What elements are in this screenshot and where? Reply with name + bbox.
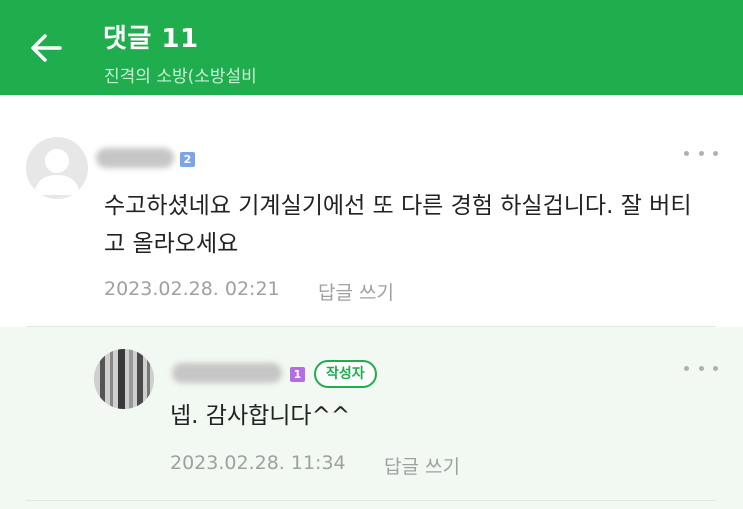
- nickname-blurred[interactable]: [172, 363, 282, 383]
- comment-text: 수고하셨네요 기계실기에선 또 다른 경험 하실겁니다. 잘 버티고 올라오세요: [104, 193, 692, 257]
- avatar[interactable]: [94, 349, 154, 409]
- member-level-badge: 2: [180, 152, 195, 167]
- divider: [26, 500, 716, 501]
- more-dots-icon[interactable]: [684, 146, 718, 160]
- comment-date: 2023.02.28. 02:21: [104, 278, 280, 300]
- more-dots-icon[interactable]: [684, 361, 718, 375]
- reply-button[interactable]: 답글 쓰기: [384, 452, 460, 479]
- member-level-badge: 1: [290, 367, 305, 382]
- back-button[interactable]: [26, 28, 66, 68]
- cafe-name: 진격의 소방(소방설비: [104, 67, 257, 87]
- default-user-icon: [34, 149, 80, 195]
- author-badge: 작성자: [314, 360, 377, 388]
- user-photo: [94, 349, 154, 409]
- reply-comment-item: 1 작성자 넵. 감사합니다^^ 2023.02.28. 11:34 답글 쓰기: [0, 327, 743, 509]
- comment-item: 2 수고하셨네요 기계실기에선 또 다른 경험 하실겁니다. 잘 버티고 올라오…: [0, 95, 743, 327]
- arrow-left-icon: [31, 34, 62, 62]
- nickname-blurred[interactable]: [96, 148, 174, 168]
- top-bar: 댓글 11 진격의 소방(소방설비: [0, 0, 743, 95]
- avatar[interactable]: [26, 137, 88, 199]
- comment-date: 2023.02.28. 11:34: [170, 452, 346, 474]
- reply-button[interactable]: 답글 쓰기: [318, 278, 394, 305]
- page-title: 댓글 11: [103, 24, 199, 54]
- comment-text: 넵. 감사합니다^^: [170, 403, 351, 429]
